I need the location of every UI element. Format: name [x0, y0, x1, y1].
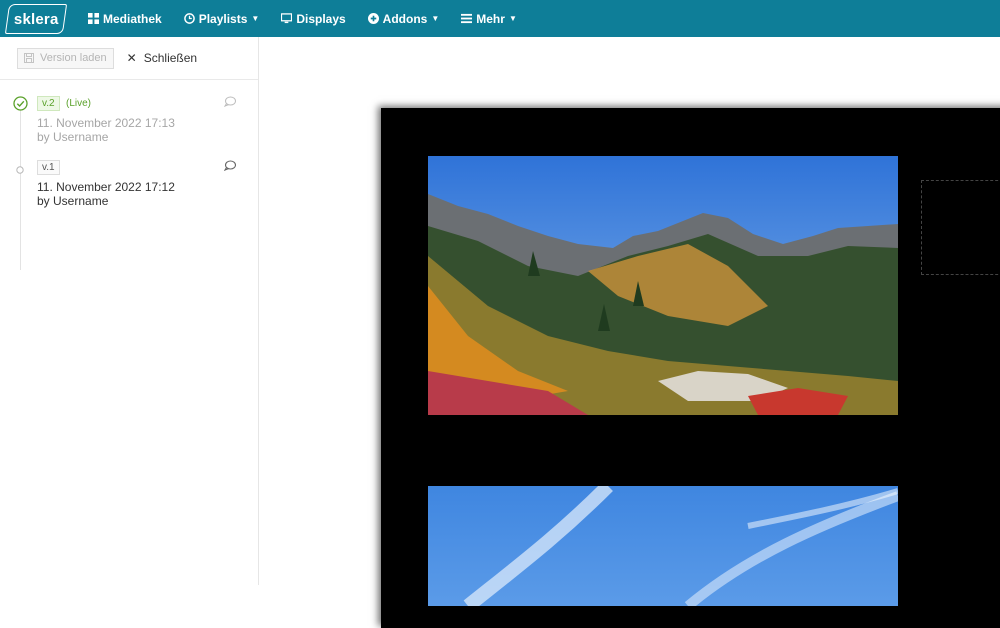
version-history-sidebar: Version laden ✕ Schließen v.2 (Live) 11.… [0, 37, 259, 585]
nav-addons[interactable]: Addons ▼ [367, 11, 440, 26]
comment-icon[interactable] [224, 160, 236, 171]
close-label: Schließen [143, 51, 198, 65]
top-navbar: sklera Mediathek Playlists ▼ Displays Ad… [0, 0, 1000, 37]
caret-down-icon: ▼ [431, 14, 440, 23]
check-circle-icon [13, 96, 28, 111]
version-date: 11. November 2022 17:13 [37, 116, 175, 130]
version-timeline: v.2 (Live) 11. November 2022 17:13 by Us… [0, 80, 258, 270]
monitor-icon [281, 13, 293, 24]
close-button[interactable]: ✕ Schließen [127, 51, 197, 65]
mountain-landscape-image[interactable] [428, 156, 898, 415]
nav-playlists-label: Playlists [198, 11, 248, 26]
sky-image[interactable] [428, 486, 898, 606]
nav-playlists[interactable]: Playlists ▼ [183, 11, 260, 26]
sklera-logo[interactable]: sklera [4, 3, 68, 34]
sky-graphic [428, 486, 898, 606]
caret-down-icon: ▼ [508, 14, 517, 23]
version-item-v1[interactable]: v.1 11. November 2022 17:12 by Username [0, 158, 258, 222]
save-icon [24, 53, 34, 63]
mountain-landscape-graphic [428, 156, 898, 415]
timeline-dot-icon [16, 166, 24, 174]
layout-preview-canvas[interactable] [381, 108, 1000, 628]
load-version-button[interactable]: Version laden [17, 47, 114, 69]
version-tag: v.2 [37, 96, 60, 111]
main-nav: Mediathek Playlists ▼ Displays Addons ▼ … [88, 12, 539, 26]
nav-displays-label: Displays [296, 11, 346, 26]
nav-mediathek-label: Mediathek [103, 11, 162, 26]
list-icon [461, 13, 473, 24]
nav-displays[interactable]: Displays [281, 11, 346, 26]
version-user: by Username [37, 130, 109, 144]
version-user: by Username [37, 194, 109, 208]
clock-icon [183, 13, 195, 24]
load-version-label: Version laden [40, 52, 107, 64]
nav-mehr-label: Mehr [476, 11, 505, 26]
comment-icon[interactable] [224, 96, 236, 107]
grid-icon [88, 13, 99, 24]
nav-addons-label: Addons [382, 11, 428, 26]
close-icon: ✕ [126, 51, 137, 65]
caret-down-icon: ▼ [251, 14, 260, 23]
version-item-v2[interactable]: v.2 (Live) 11. November 2022 17:13 by Us… [0, 94, 258, 158]
version-toolbar: Version laden ✕ Schließen [0, 37, 258, 80]
empty-region-placeholder[interactable] [921, 180, 1000, 275]
nav-mediathek[interactable]: Mediathek [88, 12, 162, 26]
nav-mehr[interactable]: Mehr ▼ [461, 12, 517, 26]
version-date: 11. November 2022 17:12 [37, 180, 175, 194]
plus-circle-icon [367, 13, 379, 24]
live-badge: (Live) [66, 98, 92, 109]
version-tag: v.1 [37, 160, 60, 175]
